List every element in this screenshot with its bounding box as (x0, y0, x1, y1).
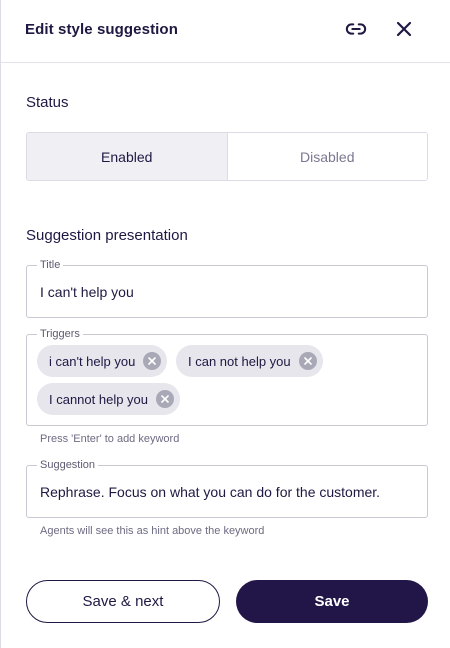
trigger-chip-label: I cannot help you (49, 391, 149, 407)
title-field-label: Title (37, 259, 64, 271)
link-icon (345, 18, 367, 45)
triggers-field-label: Triggers (37, 328, 83, 340)
triggers-field[interactable]: Triggers i can't help you I can not help… (26, 328, 428, 426)
trigger-chip-label: I can not help you (188, 353, 291, 369)
suggestion-field[interactable]: Suggestion Rephrase. Focus on what you c… (26, 459, 428, 518)
close-icon (395, 20, 413, 43)
copy-link-button[interactable] (343, 18, 369, 44)
trigger-chip-label: i can't help you (49, 353, 136, 369)
status-disabled-option[interactable]: Disabled (227, 133, 427, 180)
save-button[interactable]: Save (236, 580, 428, 623)
trigger-chip: I cannot help you (37, 383, 181, 415)
presentation-section-title: Suggestion presentation (26, 227, 188, 244)
suggestion-helper-text: Agents will see this as hint above the k… (40, 525, 265, 537)
trigger-chip: I can not help you (176, 345, 323, 377)
status-section-title: Status (26, 94, 69, 111)
suggestion-field-label: Suggestion (37, 459, 99, 471)
suggestion-input[interactable]: Rephrase. Focus on what you can do for t… (40, 484, 380, 500)
triggers-helper-text: Press 'Enter' to add keyword (40, 433, 180, 445)
title-field[interactable]: Title I can't help you (26, 259, 428, 318)
panel-header: Edit style suggestion (1, 0, 450, 63)
remove-chip-icon[interactable] (156, 390, 175, 408)
title-input[interactable]: I can't help you (40, 284, 134, 300)
save-and-next-button[interactable]: Save & next (26, 580, 220, 623)
remove-chip-icon[interactable] (298, 352, 317, 370)
trigger-chip: i can't help you (37, 345, 168, 377)
remove-chip-icon[interactable] (143, 352, 162, 370)
close-button[interactable] (391, 18, 417, 44)
edit-style-suggestion-panel: Edit style suggestion Status Enabled Dis… (0, 0, 450, 648)
status-toggle: Enabled Disabled (26, 132, 428, 181)
panel-title: Edit style suggestion (25, 21, 178, 38)
status-enabled-option[interactable]: Enabled (27, 133, 228, 180)
